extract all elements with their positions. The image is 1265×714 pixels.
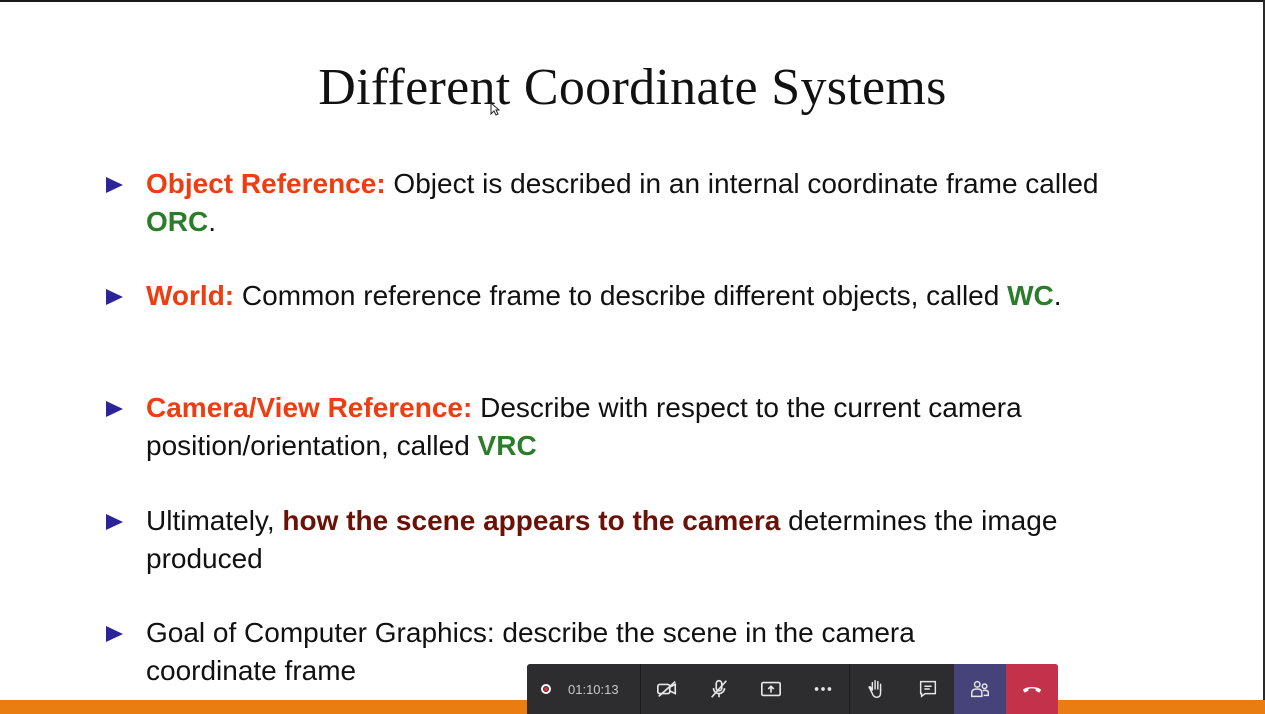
bullet-marker-icon (106, 289, 123, 305)
share-screen-icon (761, 681, 781, 697)
bullet-marker-icon (106, 626, 123, 642)
share-screen-button[interactable] (745, 664, 797, 714)
bullet-text: Object is described in an internal coord… (385, 168, 1099, 199)
participants-button[interactable] (954, 664, 1006, 714)
more-actions-button[interactable] (797, 664, 849, 714)
mouse-pointer-icon (490, 102, 500, 116)
participants-icon (971, 680, 989, 698)
mic-toggle-button[interactable] (693, 664, 745, 714)
bullet-tail: . (208, 206, 217, 237)
bullet-marker-icon (106, 514, 123, 530)
bullet-text: Common reference frame to describe diffe… (234, 280, 1008, 311)
screen-top-edge (0, 0, 1265, 2)
bullet-acronym: VRC (477, 430, 537, 461)
bullet-tail: . (1053, 280, 1062, 311)
raise-hand-button[interactable] (850, 664, 902, 714)
recording-indicator: 01:10:13 (527, 664, 641, 714)
bullet-lead: Ultimately, (146, 505, 283, 536)
bullet-acronym: WC (1007, 280, 1054, 311)
bullet-keyword: Object Reference: (146, 168, 386, 199)
bullet-camera-view-reference: Camera/View Reference: Describe with res… (106, 389, 1146, 465)
bullet-acronym: ORC (146, 206, 209, 237)
leave-call-icon (1022, 687, 1042, 693)
recording-time: 01:10:13 (568, 681, 619, 697)
meeting-control-bar: 01:10:13 (527, 664, 1058, 714)
bullet-marker-icon (106, 401, 123, 417)
bullet-world: World: Common reference frame to describ… (106, 277, 1146, 315)
bullet-keyword: Camera/View Reference: (146, 392, 473, 423)
chat-icon (919, 680, 937, 698)
bullet-object-reference: Object Reference: Object is described in… (106, 165, 1146, 241)
bullet-marker-icon (106, 177, 123, 193)
chat-button[interactable] (902, 664, 954, 714)
bullet-highlight: how the scene appears to the camera (282, 505, 781, 536)
record-icon (541, 684, 551, 694)
more-icon (814, 687, 832, 691)
slide-title: Different Coordinate Systems (318, 59, 947, 116)
bullet-keyword: World: (146, 280, 235, 311)
mic-off-icon (711, 679, 727, 698)
raise-hand-icon (868, 680, 882, 698)
leave-call-button[interactable] (1006, 664, 1058, 714)
bullet-ultimately: Ultimately, how the scene appears to the… (106, 502, 1146, 578)
camera-toggle-button[interactable] (641, 664, 693, 714)
camera-off-icon (657, 681, 677, 697)
